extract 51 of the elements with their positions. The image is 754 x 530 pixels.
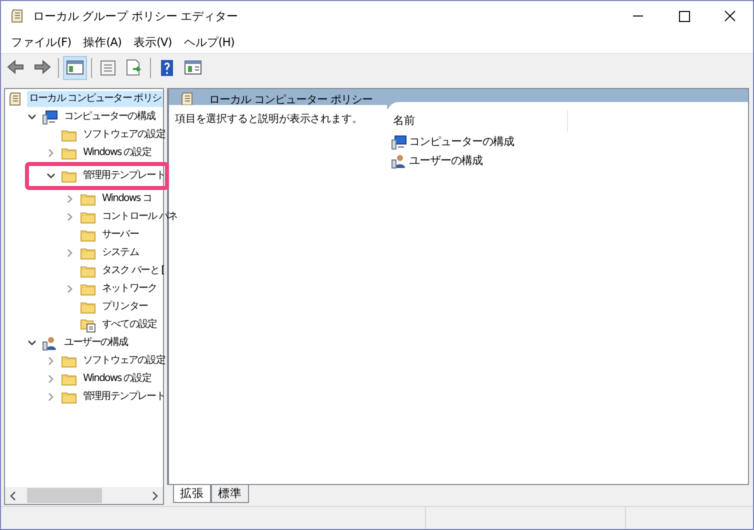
scroll-icon <box>179 91 195 107</box>
tree-item[interactable]: Windows コ <box>100 191 154 207</box>
user-icon <box>391 152 407 168</box>
description-text: 項目を選択すると説明が表示されます。 <box>175 113 362 125</box>
scroll-icon <box>9 8 25 24</box>
computer-icon <box>42 109 58 125</box>
settings-folder-icon <box>80 317 96 333</box>
tab[interactable]: 標準 <box>211 485 249 503</box>
tree-item[interactable]: プリンター <box>100 299 150 315</box>
tree-item[interactable]: ローカル コンピューター ポリシ <box>27 91 163 107</box>
tree-item[interactable]: ソフトウェアの設定 <box>81 353 167 369</box>
scrollbar-thumb[interactable] <box>27 488 102 503</box>
tree-item[interactable]: 管理用テンプレート <box>81 389 167 405</box>
tree-item[interactable]: システム <box>100 245 140 261</box>
tree-item[interactable]: ネットワーク <box>100 281 159 297</box>
tree-item[interactable]: ユーザーの構成 <box>62 335 130 351</box>
tab[interactable]: 拡張 <box>173 485 211 503</box>
tree-item[interactable]: サーバー <box>100 227 140 243</box>
window-title: ローカル グループ ポリシー エディター <box>33 8 239 24</box>
menu-item[interactable]: ヘルプ(H) <box>178 34 240 50</box>
collapsed-chevron-icon[interactable] <box>65 194 75 204</box>
list-item[interactable]: コンピューターの構成 <box>409 134 514 149</box>
collapsed-chevron-icon[interactable] <box>46 392 56 402</box>
collapsed-chevron-icon[interactable] <box>46 356 56 366</box>
tree-item[interactable]: Windows の設定 <box>81 371 153 387</box>
export-list-icon[interactable] <box>124 58 144 78</box>
tree-item[interactable]: コンピューターの構成 <box>62 109 158 125</box>
menu-item[interactable]: 操作(A) <box>77 34 128 50</box>
menu-item[interactable]: ファイル(F) <box>5 34 78 50</box>
collapsed-chevron-icon[interactable] <box>65 212 75 222</box>
collapsed-chevron-icon[interactable] <box>65 248 75 258</box>
computer-icon <box>391 134 407 150</box>
column-header[interactable]: 名前 <box>387 110 568 132</box>
tree-item[interactable]: Windows の設定 <box>81 145 153 161</box>
tree-item[interactable]: コントロール パネ <box>100 209 180 225</box>
tree-item[interactable]: ソフトウェアの設定 <box>81 127 167 143</box>
expanded-chevron-icon[interactable] <box>27 338 37 348</box>
list-item[interactable]: ユーザーの構成 <box>409 153 482 168</box>
menu-item[interactable]: 表示(V) <box>127 34 178 50</box>
scroll-icon <box>7 91 23 107</box>
tree-item[interactable]: すべての設定 <box>100 317 159 333</box>
user-icon <box>42 335 58 351</box>
collapsed-chevron-icon[interactable] <box>46 148 56 158</box>
properties-icon[interactable] <box>98 58 118 78</box>
collapsed-chevron-icon[interactable] <box>46 374 56 384</box>
expanded-chevron-icon[interactable] <box>46 171 56 181</box>
tree-item[interactable]: 管理用テンプレート <box>81 168 167 184</box>
collapsed-chevron-icon[interactable] <box>65 284 75 294</box>
expanded-chevron-icon[interactable] <box>27 112 37 122</box>
header-title: ローカル コンピューター ポリシー <box>209 92 372 106</box>
tree-item[interactable]: タスク バーと [ <box>100 263 166 279</box>
